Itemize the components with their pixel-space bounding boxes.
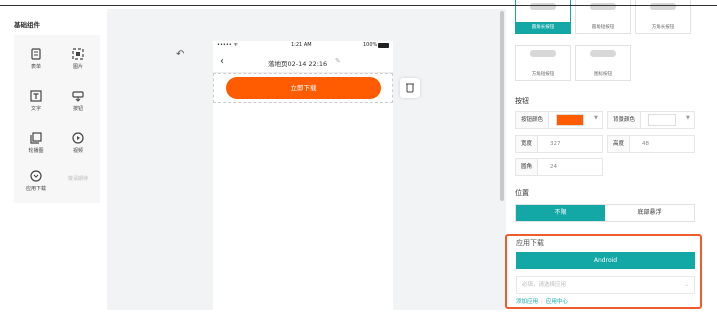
button-color-field[interactable]: 按钮颜色 ▼ xyxy=(515,111,603,129)
position-toggle: 不限 底部悬浮 xyxy=(515,204,695,222)
radius-label: 圆角 xyxy=(516,159,539,175)
component-video[interactable]: 视频 xyxy=(58,125,98,161)
chevron-down-icon: ▼ xyxy=(594,115,598,121)
component-panel-title: 基础组件 xyxy=(14,21,40,29)
carousel-icon xyxy=(30,132,42,144)
battery-percent: 100% xyxy=(363,42,378,48)
height-label: 高度 xyxy=(608,136,631,152)
link-separator: | xyxy=(541,299,543,305)
width-field[interactable]: 宽度 327 xyxy=(515,135,603,153)
position-option-unlimited[interactable]: 不限 xyxy=(516,205,605,221)
button-color-label: 按钮颜色 xyxy=(516,112,550,128)
template-label: 圆角短按钮 xyxy=(591,25,615,30)
add-app-link[interactable]: 添加应用 xyxy=(516,299,538,305)
template-preview xyxy=(590,50,616,57)
template-label: 方角长按钮 xyxy=(651,25,675,30)
delete-component-button[interactable] xyxy=(400,78,420,98)
background-color-swatch[interactable] xyxy=(648,114,676,126)
template-icon-button[interactable]: 图标按钮 xyxy=(575,45,631,81)
text-icon xyxy=(30,90,42,102)
top-divider xyxy=(0,5,717,6)
template-square-short[interactable]: 方角短按钮 xyxy=(515,45,571,81)
component-video-label: 视频 xyxy=(72,148,83,154)
button-section-title: 按钮 xyxy=(515,97,529,105)
canvas-scrollbar-thumb[interactable] xyxy=(500,11,504,201)
template-label: 图标按钮 xyxy=(594,72,612,77)
template-label: 方角短按钮 xyxy=(531,72,555,77)
position-section-title: 位置 xyxy=(515,189,529,197)
component-text-label: 文字 xyxy=(30,106,41,112)
component-image[interactable]: 图片 xyxy=(58,41,98,77)
component-form-label: 表单 xyxy=(30,64,41,70)
component-text[interactable]: 文字 xyxy=(16,83,56,119)
page-title: 落地页02-14 22:16 xyxy=(268,60,328,68)
component-coming-soon-label: 敬请期待 xyxy=(67,176,88,182)
back-chevron-icon[interactable]: ‹ xyxy=(220,56,224,67)
app-links: 添加应用 | 应用中心 xyxy=(516,297,568,305)
radius-value[interactable]: 24 xyxy=(550,159,557,175)
status-time: 1:21 AM xyxy=(291,42,312,48)
phone-preview: ••••• ᯤ 1:21 AM 100% ‹ 落地页02-14 22:16 ✎ … xyxy=(213,41,393,310)
chevron-down-icon: ⌄ xyxy=(684,282,689,288)
component-app-download-label: 应用下载 xyxy=(25,186,46,192)
template-preview xyxy=(530,50,556,57)
app-download-title: 应用下载 xyxy=(516,239,544,247)
width-value[interactable]: 327 xyxy=(550,136,561,152)
component-button-label: 按钮 xyxy=(72,106,83,112)
download-now-button[interactable]: 立即下载 xyxy=(226,77,381,99)
component-grid: 表单 图片 文字 按钮 轮播图 视频 应用下载 敬请期待 xyxy=(14,35,100,203)
radius-field[interactable]: 圆角 24 xyxy=(515,158,603,176)
battery-icon xyxy=(378,43,389,48)
height-value[interactable]: 48 xyxy=(642,136,649,152)
edit-title-icon[interactable]: ✎ xyxy=(335,57,341,65)
app-center-link[interactable]: 应用中心 xyxy=(546,299,568,305)
width-label: 宽度 xyxy=(516,136,539,152)
component-image-label: 图片 xyxy=(72,64,83,70)
trash-icon xyxy=(406,83,414,93)
app-download-icon xyxy=(30,170,42,182)
component-panel: 基础组件 表单 图片 文字 按钮 轮播图 视频 应用下载 敬请期待 xyxy=(0,0,100,325)
template-label: 圆角长按钮 xyxy=(516,22,570,33)
form-icon xyxy=(31,48,41,60)
background-color-field[interactable]: 背景颜色 ▼ xyxy=(607,111,695,129)
button-color-swatch[interactable] xyxy=(556,114,584,126)
signal-icon: ••••• ᯤ xyxy=(217,42,238,48)
video-icon xyxy=(72,132,84,144)
android-platform-button[interactable]: Android xyxy=(516,252,695,269)
editor-root: 基础组件 表单 图片 文字 按钮 轮播图 视频 应用下载 敬请期待 ↶ ••••… xyxy=(0,0,717,325)
component-button[interactable]: 按钮 xyxy=(58,83,98,119)
selected-component-frame[interactable]: 立即下载 xyxy=(213,73,393,103)
component-coming-soon: 敬请期待 xyxy=(58,175,98,211)
component-carousel-label: 轮播图 xyxy=(28,148,44,154)
app-select-placeholder: 必填，请选择应用 xyxy=(522,282,567,288)
chevron-down-icon: ▼ xyxy=(686,115,690,121)
phone-status-bar: ••••• ᯤ 1:21 AM 100% xyxy=(213,41,393,53)
app-download-section: 应用下载 Android 必填，请选择应用 ⌄ 添加应用 | 应用中心 xyxy=(505,234,702,309)
position-option-bottom-float[interactable]: 底部悬浮 xyxy=(605,205,694,221)
component-carousel[interactable]: 轮播图 xyxy=(16,125,56,161)
component-app-download[interactable]: 应用下载 xyxy=(16,163,56,199)
image-icon xyxy=(72,48,84,60)
height-field[interactable]: 高度 48 xyxy=(607,135,695,153)
button-icon xyxy=(72,91,84,102)
phone-nav-bar: ‹ 落地页02-14 22:16 ✎ xyxy=(213,53,393,73)
app-select[interactable]: 必填，请选择应用 ⌄ xyxy=(516,276,695,294)
component-form[interactable]: 表单 xyxy=(16,41,56,77)
background-color-label: 背景颜色 xyxy=(608,112,642,128)
undo-icon[interactable]: ↶ xyxy=(176,49,184,60)
